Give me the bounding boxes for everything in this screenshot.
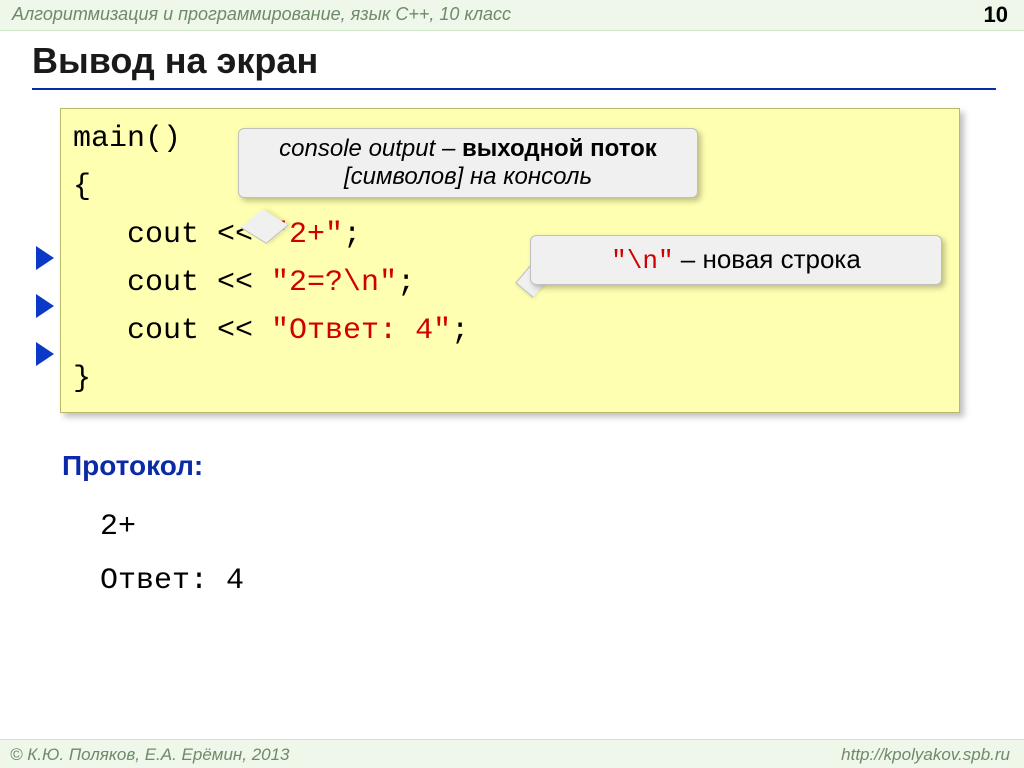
callout-text: [символов] на консоль xyxy=(344,163,592,190)
code-line: { xyxy=(73,170,91,204)
callout-console-output: console output – выходной поток [символо… xyxy=(238,128,698,198)
code-string: "2=?\n" xyxy=(271,266,397,300)
callout-code: "\n" xyxy=(611,246,673,276)
code-text: ; xyxy=(451,314,469,348)
callout-text-bold: выходной поток xyxy=(462,135,657,162)
code-text: ; xyxy=(397,266,415,300)
protocol-line: 2+ xyxy=(100,510,136,544)
callout-newline: "\n" – новая строка xyxy=(530,235,942,285)
bullet-arrow-icon xyxy=(36,294,54,318)
bullet-arrow-icon xyxy=(36,342,54,366)
callout-text: – xyxy=(435,135,462,162)
title-underline xyxy=(32,88,996,90)
slide: Алгоритмизация и программирование, язык … xyxy=(0,0,1024,768)
protocol-label: Протокол: xyxy=(62,450,203,482)
code-text: cout << xyxy=(73,218,271,252)
slide-title: Вывод на экран xyxy=(32,40,318,82)
callout-text-italic: console output xyxy=(279,135,435,162)
footer-copyright: © К.Ю. Поляков, Е.А. Ерёмин, 2013 xyxy=(10,745,290,765)
header-caption: Алгоритмизация и программирование, язык … xyxy=(12,4,511,25)
protocol-output: 2+ Ответ: 4 xyxy=(100,500,244,608)
page-number: 10 xyxy=(984,2,1008,28)
code-string: "Ответ: 4" xyxy=(271,314,451,348)
code-text: ; xyxy=(343,218,361,252)
code-text: cout << xyxy=(73,266,271,300)
protocol-line: Ответ: 4 xyxy=(100,564,244,598)
footer-url: http://kpolyakov.spb.ru xyxy=(841,745,1010,765)
bullet-arrow-icon xyxy=(36,246,54,270)
code-text: cout << xyxy=(73,314,271,348)
callout-text: – новая строка xyxy=(674,244,861,274)
code-line: } xyxy=(73,362,91,396)
code-line: main() xyxy=(73,122,181,156)
